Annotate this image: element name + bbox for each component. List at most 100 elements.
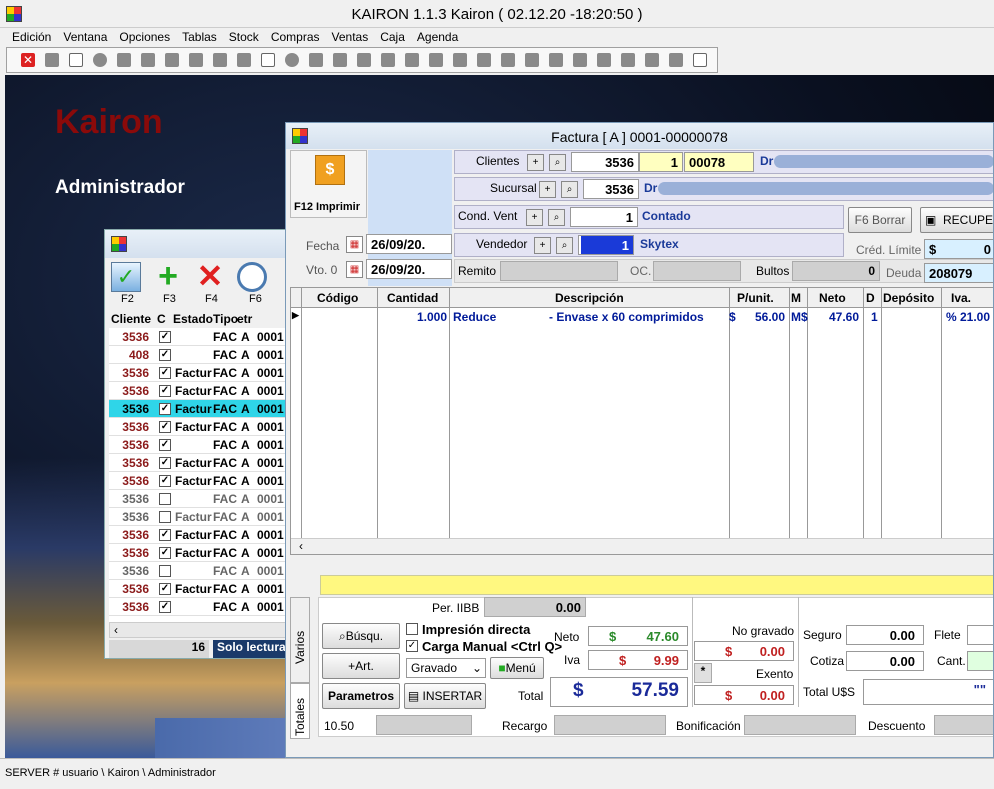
grid-icon[interactable] xyxy=(165,53,179,67)
busqu-button[interactable]: ⌕Búsqu. xyxy=(322,623,400,649)
col-punit[interactable]: P/unit. xyxy=(737,291,774,305)
f6-borrar-button[interactable]: F6 Borrar xyxy=(848,207,912,233)
bonificacion-field[interactable] xyxy=(744,715,856,735)
tab-totales[interactable]: Totales xyxy=(290,683,310,739)
item-punit[interactable]: 56.00 xyxy=(755,310,785,324)
clientes-num-field[interactable]: 00078 xyxy=(684,152,754,172)
col-codigo[interactable]: Código xyxy=(317,291,358,305)
save-icon[interactable] xyxy=(45,53,59,67)
close-icon[interactable]: ✕ xyxy=(21,53,35,67)
menu-edicion[interactable]: Edición xyxy=(6,28,57,46)
clientes-code-field[interactable]: 3536 xyxy=(571,152,639,172)
page-icon[interactable] xyxy=(429,53,443,67)
seguro-field[interactable]: 0.00 xyxy=(846,625,924,645)
scroll-left-icon[interactable]: ‹ xyxy=(114,623,118,637)
sucursal-code-field[interactable]: 3536 xyxy=(583,179,639,199)
fecha-field[interactable]: 26/09/20. xyxy=(366,234,452,254)
list-icon[interactable] xyxy=(405,53,419,67)
col-iva[interactable]: Iva. xyxy=(951,291,971,305)
monitor-icon[interactable] xyxy=(357,53,371,67)
recargo-field[interactable] xyxy=(554,715,666,735)
sucursal-search-icon[interactable]: ⌕ xyxy=(561,181,578,198)
cell-checkbox[interactable] xyxy=(159,565,171,577)
col-estado[interactable]: Estado xyxy=(173,312,213,326)
menu-ventana[interactable]: Ventana xyxy=(57,28,113,46)
bar-chart-icon[interactable] xyxy=(549,53,563,67)
scale-icon[interactable] xyxy=(237,53,251,67)
vto-calendar-icon[interactable]: ▦ xyxy=(346,261,363,278)
add-icon[interactable]: + xyxy=(153,259,183,293)
vto-field[interactable]: 26/09/20. xyxy=(366,259,452,279)
col-cliente[interactable]: Cliente xyxy=(111,312,151,326)
gravado-select[interactable]: Gravado ⌄ xyxy=(406,658,486,678)
cant-field[interactable] xyxy=(967,651,993,671)
list-item[interactable]: 3536 ✓ Factur FAC A 0001 xyxy=(109,364,293,382)
clientes-n-field[interactable]: 1 xyxy=(639,152,683,172)
menu-caja[interactable]: Caja xyxy=(374,28,411,46)
asterisk-icon[interactable]: * xyxy=(694,663,712,683)
tag-icon[interactable] xyxy=(141,53,155,67)
parametros-button[interactable]: Parametros xyxy=(322,683,400,709)
list-item[interactable]: 3536 ✓ Factur FAC A 0001 xyxy=(109,382,293,400)
cell-checkbox[interactable]: ✓ xyxy=(159,439,171,451)
flag2-icon[interactable] xyxy=(573,53,587,67)
wrench-icon[interactable] xyxy=(213,53,227,67)
search-icon[interactable] xyxy=(237,262,267,292)
exento-field[interactable]: $0.00 xyxy=(694,685,794,705)
cotiza-field[interactable]: 0.00 xyxy=(846,651,924,671)
total-field[interactable]: $57.59 xyxy=(550,677,688,707)
cred-limite-field[interactable]: $0 xyxy=(924,239,993,259)
list-item[interactable]: 3536 FAC A 0001 xyxy=(109,562,293,580)
total-us-field[interactable]: "" xyxy=(863,679,993,705)
recuperar-button[interactable]: ▣ RECUPE xyxy=(920,207,993,233)
per-iibb-field[interactable]: 0.00 xyxy=(484,597,586,617)
bottle-icon[interactable] xyxy=(621,53,635,67)
folder-icon[interactable] xyxy=(453,53,467,67)
cell-checkbox[interactable]: ✓ xyxy=(159,367,171,379)
list-item[interactable]: 3536 Factur FAC A 0001 xyxy=(109,508,293,526)
clientes-new-icon[interactable]: + xyxy=(527,154,544,171)
table-icon[interactable] xyxy=(261,53,275,67)
list-item[interactable]: 3536 ✓ FAC A 0001 xyxy=(109,328,293,346)
cell-checkbox[interactable]: ✓ xyxy=(159,601,171,613)
cond-vent-new-icon[interactable]: + xyxy=(526,209,543,226)
iva-field[interactable]: $9.99 xyxy=(588,650,688,670)
menu-stock[interactable]: Stock xyxy=(223,28,265,46)
oc-field[interactable] xyxy=(653,261,741,281)
cell-checkbox[interactable]: ✓ xyxy=(159,529,171,541)
col-c[interactable]: C xyxy=(157,312,166,326)
accept-icon[interactable]: ✓ xyxy=(111,262,141,292)
impresion-directa-checkbox[interactable] xyxy=(406,623,418,635)
menu-compras[interactable]: Compras xyxy=(265,28,326,46)
menu-tablas[interactable]: Tablas xyxy=(176,28,223,46)
item-row[interactable]: ▶ 1.000 Reduce - Envase x 60 comprimidos… xyxy=(291,310,993,326)
carga-manual-checkbox[interactable]: ✓ xyxy=(406,640,418,652)
list-item[interactable]: 3536 ✓ Factur FAC A 0001 xyxy=(109,544,293,562)
globe-icon[interactable] xyxy=(93,53,107,67)
cell-checkbox[interactable]: ✓ xyxy=(159,475,171,487)
col-m[interactable]: M xyxy=(791,291,801,305)
list-item[interactable]: 408 ✓ FAC A 0001 xyxy=(109,346,293,364)
no-gravado-field[interactable]: $0.00 xyxy=(694,641,794,661)
scroll-left-icon[interactable]: ‹ xyxy=(299,539,303,553)
vendedor-new-icon[interactable]: + xyxy=(534,237,551,254)
refresh-icon[interactable] xyxy=(285,53,299,67)
item-desc[interactable]: Reduce xyxy=(453,310,496,324)
tab-varios[interactable]: Varios xyxy=(290,597,310,683)
delete-icon[interactable]: ✕ xyxy=(195,260,225,292)
cell-checkbox[interactable] xyxy=(159,493,171,505)
menu-opciones[interactable]: Opciones xyxy=(113,28,176,46)
bottom-grey-field[interactable] xyxy=(376,715,472,735)
list-item[interactable]: 3536 ✓ Factur FAC A 0001 xyxy=(109,580,293,598)
item-d[interactable]: 1 xyxy=(871,310,878,324)
cell-checkbox[interactable]: ✓ xyxy=(159,547,171,559)
file-icon[interactable] xyxy=(501,53,515,67)
square-icon[interactable] xyxy=(645,53,659,67)
cell-checkbox[interactable]: ✓ xyxy=(159,349,171,361)
col-neto[interactable]: Neto xyxy=(819,291,846,305)
document-icon[interactable] xyxy=(309,53,323,67)
display-icon[interactable] xyxy=(597,53,611,67)
neto-field[interactable]: $47.60 xyxy=(588,626,688,646)
insertar-button[interactable]: ▤ INSERTAR xyxy=(404,683,486,709)
grid-scrollbar[interactable]: ‹ xyxy=(291,538,993,554)
